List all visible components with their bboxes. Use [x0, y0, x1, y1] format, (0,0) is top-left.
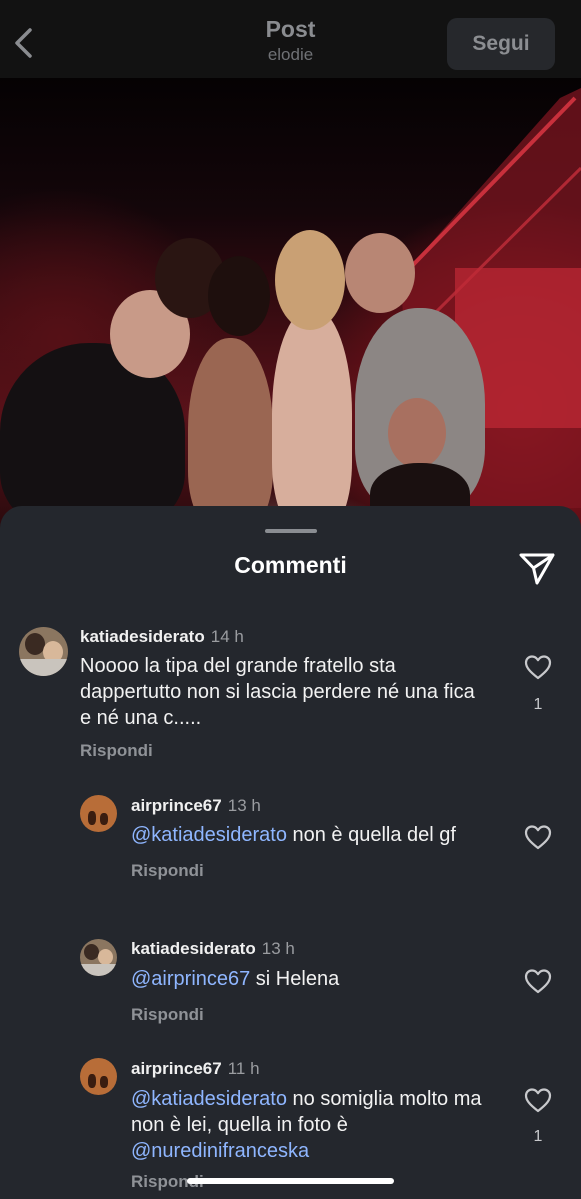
- comment-header: katiadesiderato 14 h: [80, 627, 244, 647]
- photo-person: [208, 256, 270, 336]
- reply-button[interactable]: Rispondi: [80, 741, 153, 761]
- comment-username[interactable]: airprince67: [131, 796, 222, 815]
- avatar[interactable]: [19, 627, 68, 676]
- avatar[interactable]: [80, 939, 117, 976]
- mention-link[interactable]: @katiadesiderato: [131, 1088, 287, 1110]
- comment-time: 14 h: [210, 627, 244, 646]
- photo-person: [345, 233, 415, 313]
- heart-outline-icon[interactable]: [524, 1087, 552, 1113]
- comment-header: airprince67 13 h: [131, 796, 261, 816]
- comment-time: 13 h: [227, 796, 261, 815]
- comment-body: si Helena: [250, 968, 340, 990]
- avatar[interactable]: [80, 795, 117, 832]
- mention-link[interactable]: @airprince67: [131, 968, 250, 990]
- paper-plane-icon: [519, 553, 555, 585]
- like-count: 1: [533, 696, 543, 713]
- photo-person: [188, 338, 273, 528]
- comment-username[interactable]: airprince67: [131, 1059, 222, 1078]
- share-button[interactable]: [517, 548, 557, 588]
- mention-link[interactable]: @katiadesiderato: [131, 824, 287, 846]
- heart-outline-icon[interactable]: [524, 654, 552, 680]
- follow-button[interactable]: Segui: [447, 18, 555, 70]
- comment-time: 13 h: [261, 939, 295, 958]
- comment-username[interactable]: katiadesiderato: [131, 939, 256, 958]
- home-indicator[interactable]: [187, 1178, 394, 1184]
- comment-body: Noooo la tipa del grande fratello sta da…: [80, 655, 475, 729]
- comment-text: @katiadesiderato non è quella del gf: [131, 822, 511, 848]
- reply-button[interactable]: Rispondi: [131, 861, 204, 881]
- comment-header: airprince67 11 h: [131, 1059, 260, 1079]
- sheet-title: Commenti: [234, 552, 347, 578]
- post-photo[interactable]: [0, 78, 581, 528]
- heart-outline-icon[interactable]: [524, 824, 552, 850]
- sheet-drag-handle[interactable]: [265, 529, 317, 533]
- comment-header: katiadesiderato 13 h: [131, 939, 295, 959]
- comment-text: @airprince67 si Helena: [131, 966, 511, 992]
- heart-outline-icon[interactable]: [524, 968, 552, 994]
- reply-button[interactable]: Rispondi: [131, 1005, 204, 1025]
- photo-person: [272, 308, 352, 528]
- photo-person: [388, 398, 446, 468]
- comment-body: non è quella del gf: [286, 824, 456, 846]
- avatar[interactable]: [80, 1058, 117, 1095]
- photo-person: [275, 230, 345, 330]
- comment-text: @katiadesiderato no somiglia molto ma no…: [131, 1086, 501, 1164]
- comment-text: Noooo la tipa del grande fratello sta da…: [80, 653, 490, 731]
- comment-time: 11 h: [227, 1059, 260, 1078]
- comment-username[interactable]: katiadesiderato: [80, 627, 205, 646]
- mention-link[interactable]: @nuredinifranceska: [131, 1140, 309, 1162]
- comments-sheet: Commenti katiadesiderato 14 h Noooo la ti…: [0, 506, 581, 1199]
- like-count: 1: [533, 1128, 543, 1145]
- top-nav-bar: Post elodie Segui: [0, 0, 581, 78]
